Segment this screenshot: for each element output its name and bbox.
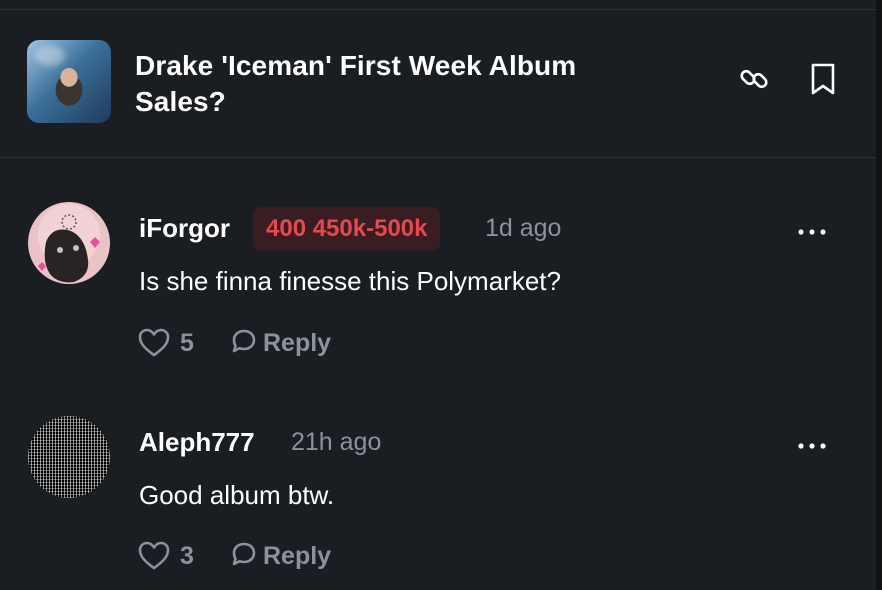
heart-icon[interactable]	[138, 541, 170, 571]
comment-username[interactable]: iForgor	[139, 213, 230, 244]
like-count: 3	[180, 542, 194, 570]
reply-button[interactable]: Reply	[231, 539, 331, 573]
more-options-icon[interactable]	[797, 224, 827, 235]
more-options-icon[interactable]	[797, 438, 827, 449]
comment-body: Is she finna finesse this Polymarket?	[139, 266, 561, 296]
comment-timestamp: 21h ago	[291, 428, 382, 456]
reply-button[interactable]: Reply	[231, 326, 331, 360]
scrollbar-track[interactable]	[876, 0, 882, 590]
position-badge: 400 450k-500k	[253, 207, 441, 251]
heart-icon[interactable]	[138, 328, 170, 358]
avatar[interactable]	[28, 416, 110, 498]
reply-icon	[231, 541, 257, 572]
market-header: Drake 'Iceman' First Week Album Sales?	[0, 10, 876, 158]
like-count: 5	[180, 329, 194, 357]
reply-label: Reply	[263, 541, 332, 570]
link-icon[interactable]	[737, 62, 771, 96]
thumbnail-highlight	[35, 46, 65, 66]
comment-body: Good album btw.	[139, 480, 335, 510]
header-divider	[0, 157, 876, 158]
avatar[interactable]	[28, 202, 110, 284]
bookmark-icon[interactable]	[806, 62, 840, 96]
market-thumbnail[interactable]	[27, 40, 111, 123]
reply-label: Reply	[263, 328, 332, 357]
reply-icon	[231, 328, 257, 359]
market-title[interactable]: Drake 'Iceman' First Week Album Sales?	[135, 48, 595, 120]
comment-timestamp: 1d ago	[485, 214, 562, 242]
comment-username[interactable]: Aleph777	[139, 427, 255, 458]
